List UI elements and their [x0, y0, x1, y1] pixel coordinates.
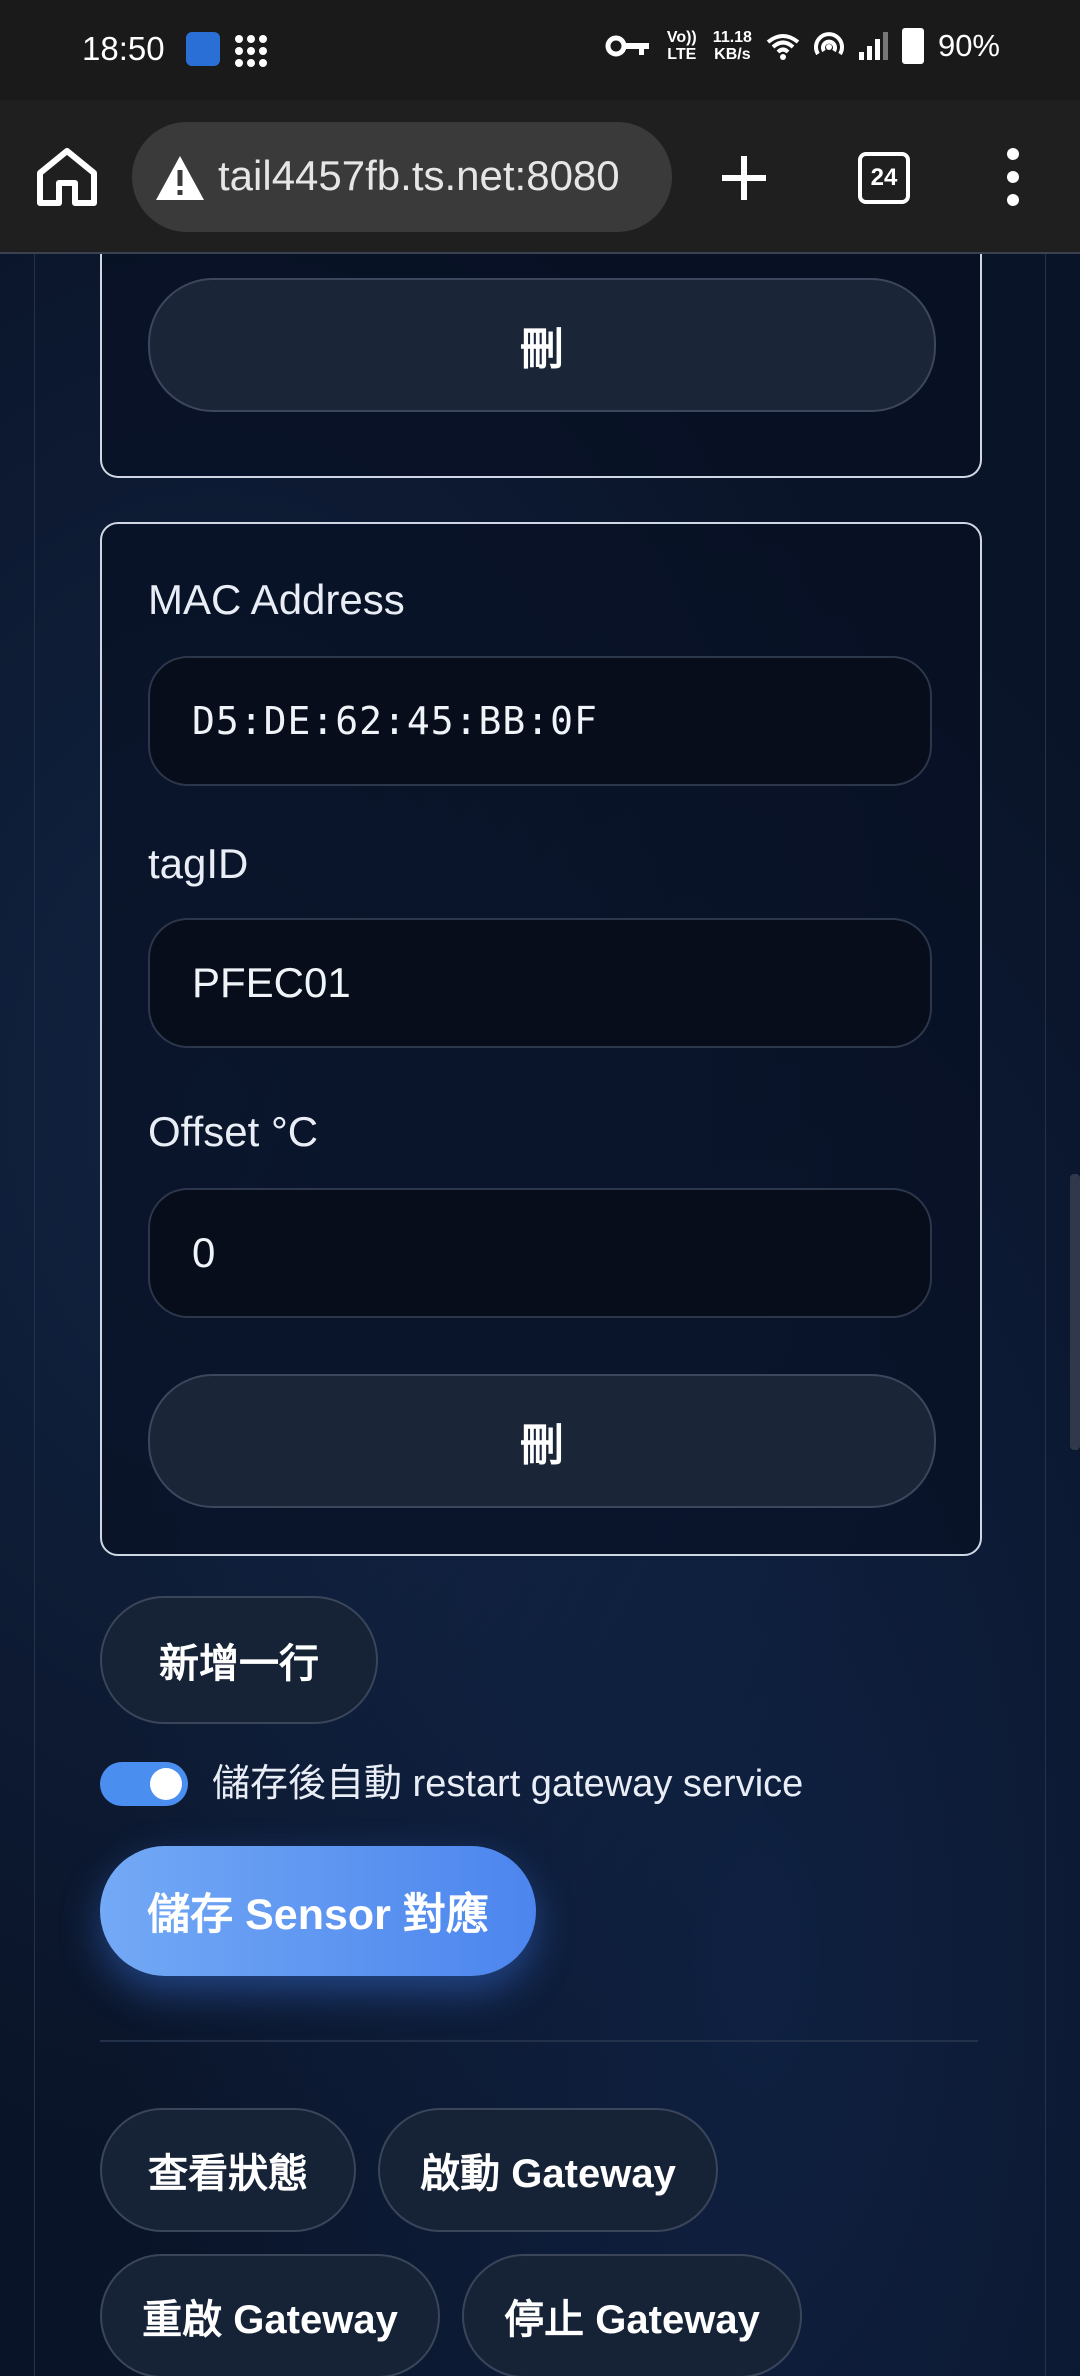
sensor-card: MAC Address D5:DE:62:45:BB:0F tagID PFEC…	[100, 522, 982, 1556]
sensor-card-previous: 刪	[100, 254, 982, 478]
url-text: tail4457fb.ts.net:8080	[218, 152, 620, 199]
status-time: 18:50	[82, 30, 165, 67]
more-vert-icon[interactable]	[995, 144, 1031, 210]
network-speed-unit: KB/s	[714, 46, 751, 63]
wifi-icon	[766, 34, 800, 60]
tag-id-value: PFEC01	[192, 959, 351, 1006]
add-row-button[interactable]: 新增一行	[100, 1596, 378, 1724]
plus-icon[interactable]	[706, 140, 782, 216]
volte-icon: Vo)) LTE	[666, 29, 697, 63]
stop-gateway-button[interactable]: 停止 Gateway	[462, 2254, 802, 2376]
warning-icon[interactable]	[152, 150, 208, 206]
mac-address-input[interactable]: D5:DE:62:45:BB:0F	[148, 656, 932, 786]
offset-input[interactable]: 0	[148, 1188, 932, 1318]
address-bar[interactable]: tail4457fb.ts.net:8080	[132, 122, 672, 232]
network-speed-value: 11.18	[712, 29, 752, 46]
restart-gateway-button[interactable]: 重啟 Gateway	[100, 2254, 440, 2376]
signal-icon	[858, 32, 888, 60]
scrollbar[interactable]	[1070, 1174, 1080, 1450]
auto-restart-toggle[interactable]	[100, 1762, 188, 1806]
battery-level: 90%	[937, 28, 1000, 63]
delete-row-button[interactable]: 刪	[148, 1374, 936, 1508]
view-status-button[interactable]: 查看狀態	[100, 2108, 356, 2232]
divider	[100, 2040, 978, 2042]
battery-icon	[901, 28, 924, 64]
browser-toolbar: tail4457fb.ts.net:8080 24	[0, 100, 1080, 254]
mac-address-value: D5:DE:62:45:BB:0F	[192, 699, 598, 743]
mac-address-label: MAC Address	[148, 576, 405, 623]
hotspot-icon	[814, 32, 844, 56]
offset-label: Offset °C	[148, 1108, 319, 1155]
save-sensor-mapping-button[interactable]: 儲存 Sensor 對應	[100, 1846, 536, 1976]
offset-value: 0	[192, 1229, 216, 1276]
status-bar: 18:50 Vo)) LTE 11.18 KB/s 90%	[0, 0, 1080, 100]
network-speed: 11.18 KB/s	[713, 29, 752, 63]
app-icon	[186, 32, 220, 66]
toggle-knob	[150, 1768, 182, 1800]
auto-restart-label: 儲存後自動 restart gateway service	[212, 1763, 804, 1805]
tag-id-label: tagID	[148, 840, 249, 887]
tabs-icon[interactable]: 24	[858, 152, 910, 204]
grid-dots-icon	[235, 35, 267, 67]
home-icon[interactable]	[30, 143, 104, 209]
delete-row-button[interactable]: 刪	[148, 278, 936, 412]
start-gateway-button[interactable]: 啟動 Gateway	[378, 2108, 718, 2232]
tag-id-input[interactable]: PFEC01	[148, 918, 932, 1048]
page-content: 刪 MAC Address D5:DE:62:45:BB:0F tagID PF…	[0, 254, 1080, 2376]
vpn-key-icon	[605, 35, 649, 57]
